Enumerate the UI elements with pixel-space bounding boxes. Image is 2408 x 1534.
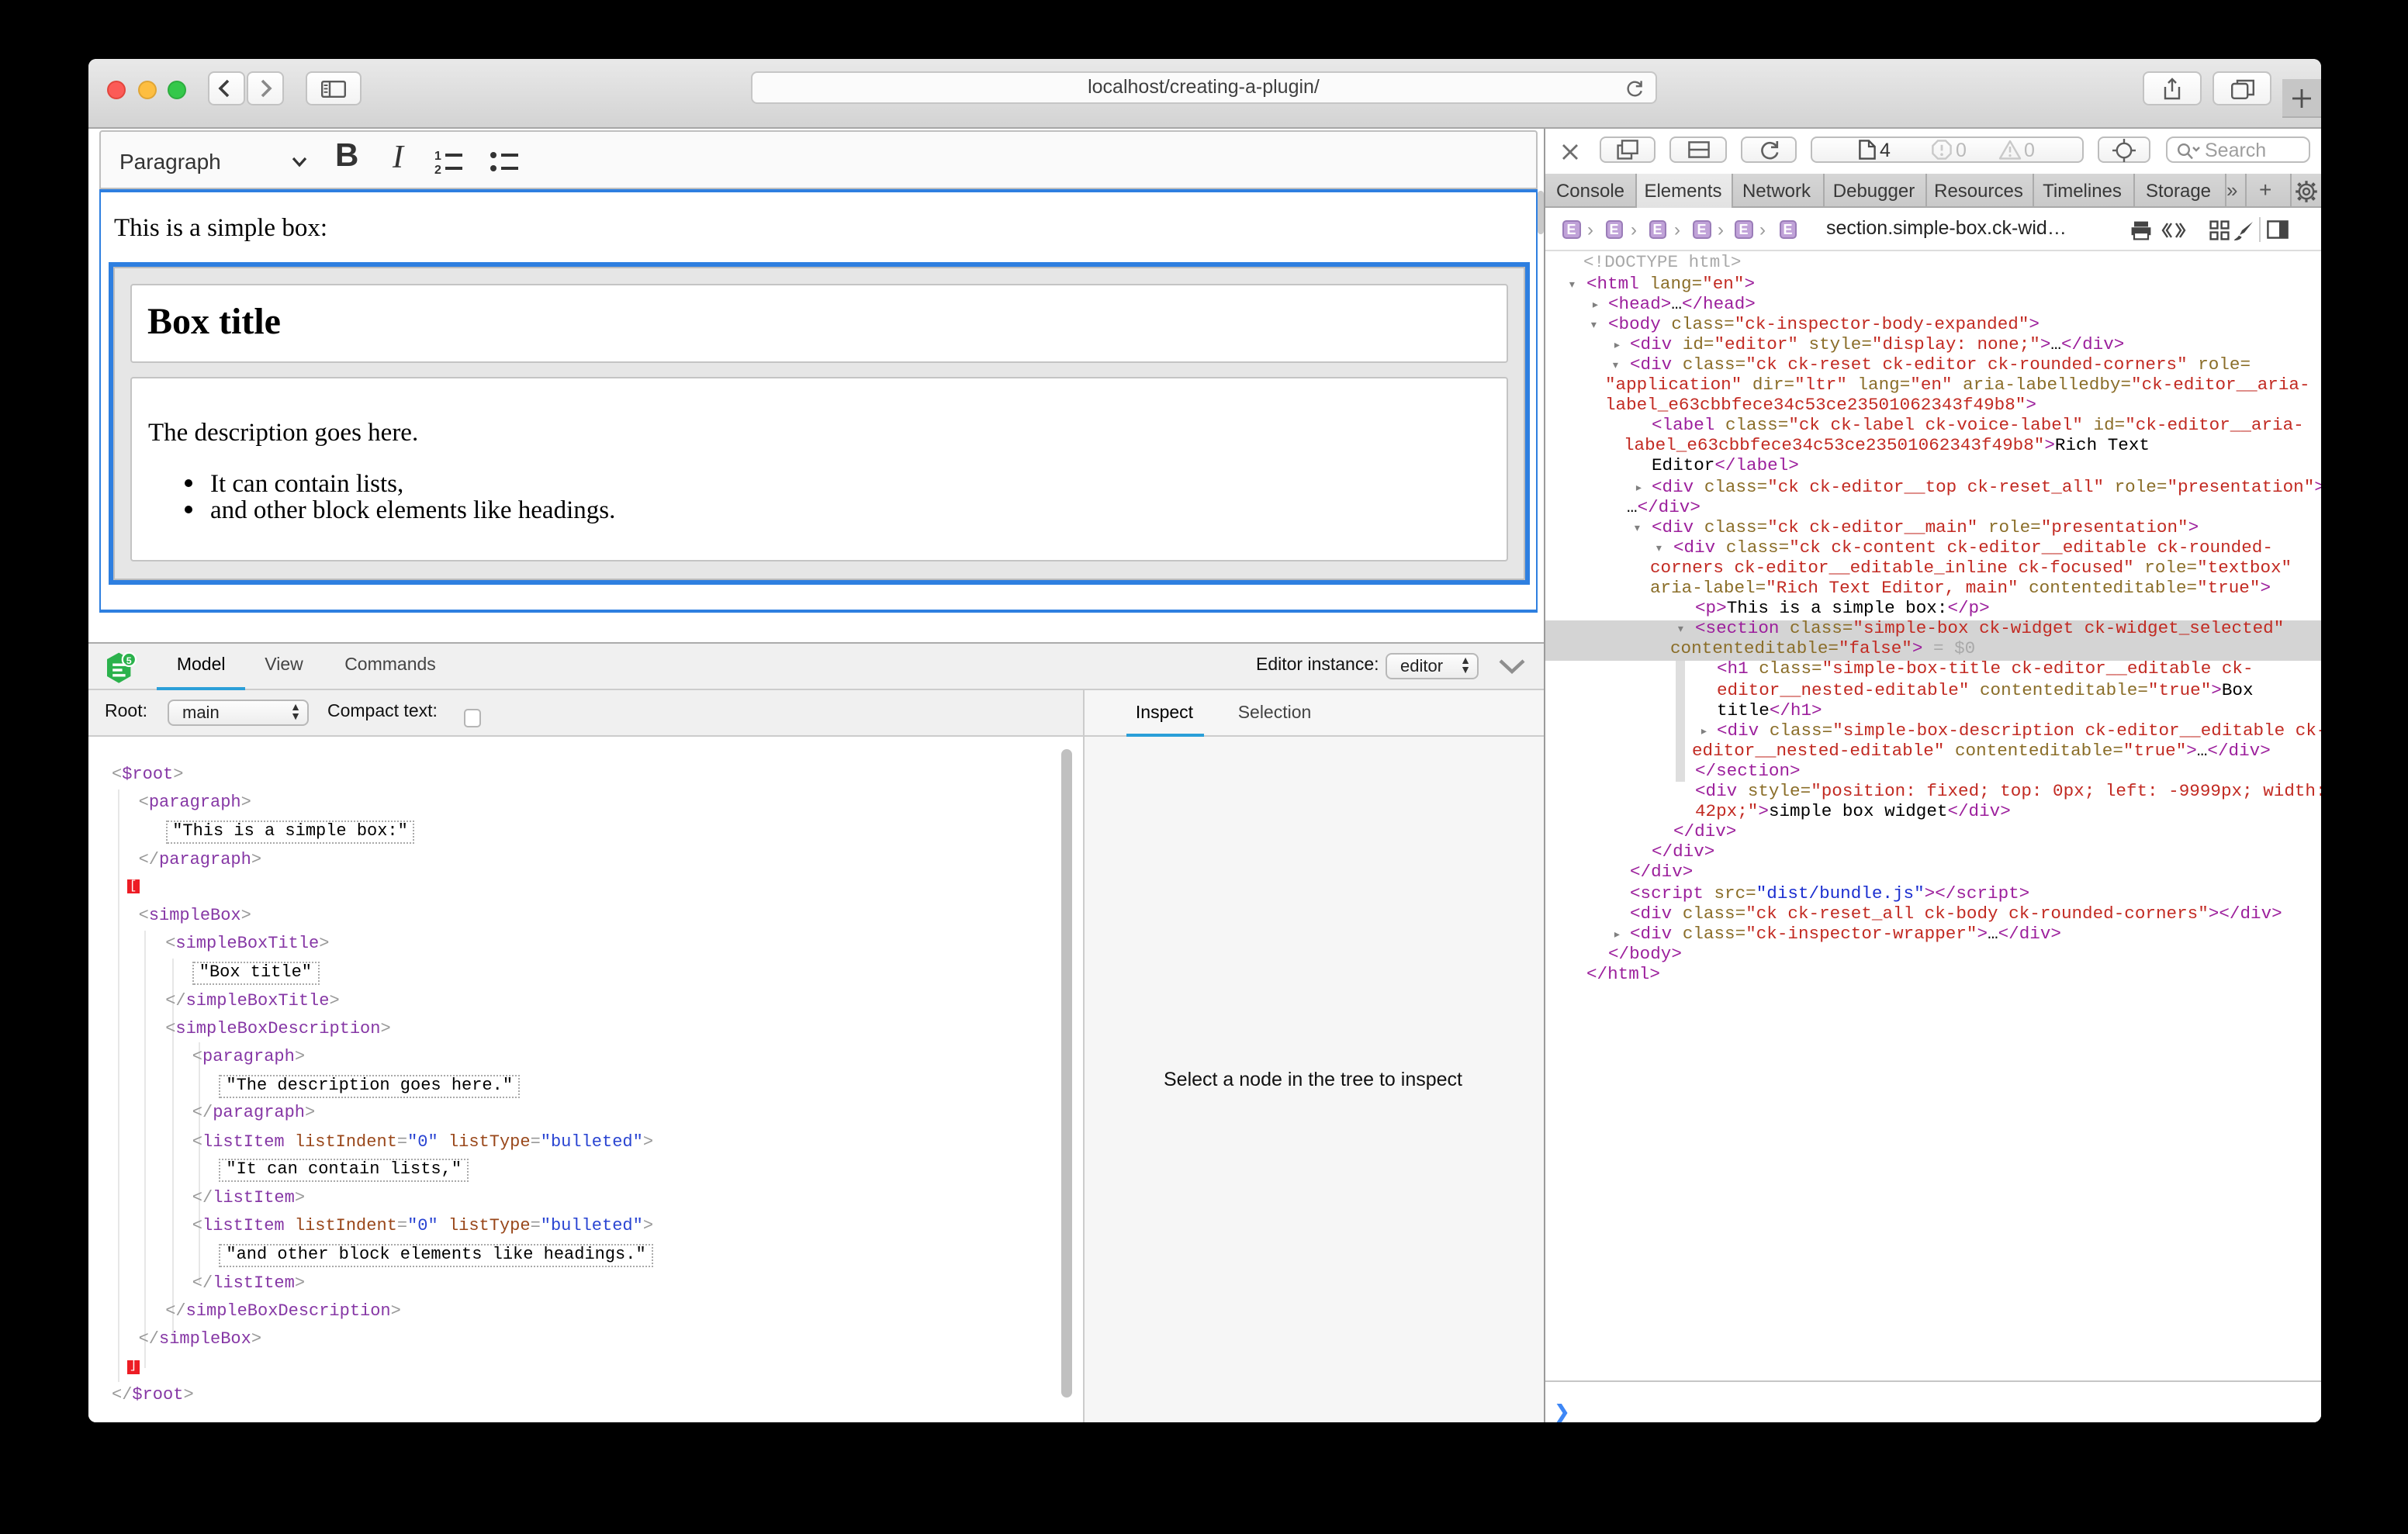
svg-text:2: 2 bbox=[434, 164, 441, 174]
svg-text:1: 1 bbox=[434, 150, 441, 163]
svg-text:5: 5 bbox=[126, 655, 131, 665]
